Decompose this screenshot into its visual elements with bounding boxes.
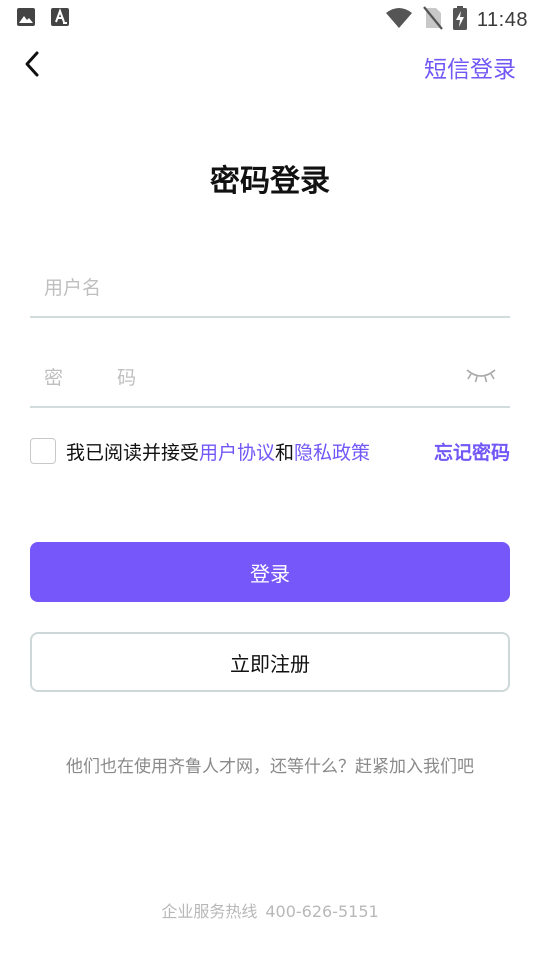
no-sim-icon bbox=[423, 6, 443, 34]
username-field-container bbox=[30, 260, 510, 318]
username-input[interactable] bbox=[44, 268, 464, 308]
status-bar: 11:48 bbox=[0, 0, 540, 36]
image-icon bbox=[16, 7, 36, 31]
hotline-number[interactable]: 400-626-5151 bbox=[265, 902, 378, 921]
status-left-icons bbox=[16, 7, 70, 31]
register-button[interactable]: 立即注册 bbox=[30, 632, 510, 692]
status-time: 11:48 bbox=[476, 8, 528, 31]
user-agreement-link[interactable]: 用户协议 bbox=[199, 442, 275, 464]
login-button[interactable]: 登录 bbox=[30, 542, 510, 602]
agreement-prefix: 我已阅读并接受 bbox=[66, 442, 200, 464]
agreement-row: 我已阅读并接受用户协议和隐私政策 忘记密码 bbox=[30, 436, 510, 468]
password-input[interactable] bbox=[44, 358, 464, 398]
agreement-text: 我已阅读并接受用户协议和隐私政策 bbox=[66, 438, 370, 465]
sms-login-link[interactable]: 短信登录 bbox=[424, 50, 516, 84]
page-title: 密码登录 bbox=[210, 164, 330, 199]
forgot-password-link[interactable]: 忘记密码 bbox=[434, 438, 510, 465]
battery-charging-icon bbox=[452, 6, 467, 34]
slogan-text: 他们也在使用齐鲁人才网，还等什么？赶紧加入我们吧 bbox=[66, 757, 474, 777]
status-right-icons: 11:48 bbox=[385, 6, 528, 34]
wifi-icon bbox=[385, 7, 413, 33]
agreement-checkbox[interactable] bbox=[30, 438, 56, 464]
password-field-container bbox=[30, 350, 510, 408]
eye-closed-icon[interactable] bbox=[464, 364, 498, 388]
text-a-icon bbox=[50, 7, 70, 31]
agreement-conjunction: 和 bbox=[275, 442, 295, 464]
hotline-footer: 企业服务热线 400-626-5151 bbox=[0, 898, 540, 922]
hotline-label: 企业服务热线 bbox=[161, 902, 258, 921]
privacy-policy-link[interactable]: 隐私政策 bbox=[294, 442, 370, 464]
chevron-left-icon bbox=[22, 50, 42, 82]
back-button[interactable] bbox=[14, 48, 50, 84]
